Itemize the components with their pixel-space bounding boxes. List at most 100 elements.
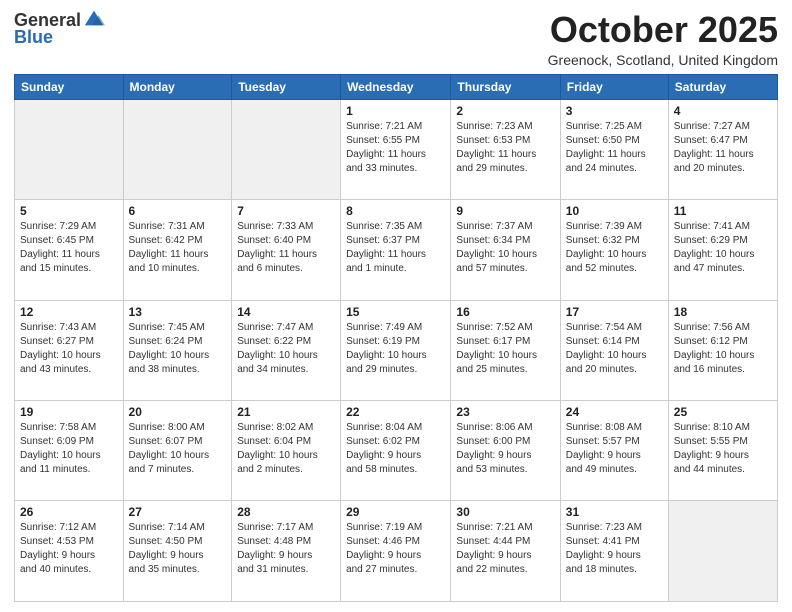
table-row: 26 Sunrise: 7:12 AM Sunset: 4:53 PM Dayli… — [15, 501, 124, 602]
day-number: 25 — [674, 405, 772, 419]
table-row: 24Sunrise: 8:08 AM Sunset: 5:57 PM Dayli… — [560, 401, 668, 501]
day-number: 28 — [237, 505, 335, 519]
day-number: 31 — [566, 505, 663, 519]
day-info: Sunrise: 7:12 AM Sunset: 4:53 PM Dayligh… — [20, 521, 118, 577]
table-row: 15 Sunrise: 7:49 AM Sunset: 6:19 PM Dayli… — [341, 300, 451, 400]
day-number: 19 — [20, 405, 118, 419]
day-info: Sunrise: 7:47 AM Sunset: 6:22 PM Dayligh… — [237, 321, 335, 377]
table-row: 30 Sunrise: 7:21 AM Sunset: 4:44 PM Dayli… — [451, 501, 560, 602]
table-row: 6 Sunrise: 7:31 AM Sunset: 6:42 PM Daylig… — [123, 200, 232, 300]
day-info: Sunrise: 7:17 AM Sunset: 4:48 PM Dayligh… — [237, 521, 335, 577]
day-info: Sunrise: 7:21 AM Sunset: 4:44 PM Dayligh… — [456, 521, 554, 577]
day-number: 8 — [346, 204, 445, 218]
table-row: 18 Sunrise: 7:56 AM Sunset: 6:12 PM Dayli… — [668, 300, 777, 400]
day-info: Sunrise: 8:00 AM Sunset: 6:07 PM Dayligh… — [129, 421, 227, 477]
table-row: 22 Sunrise: 8:04 AM Sunset: 6:02 PM Dayli… — [341, 401, 451, 501]
day-info: Sunrise: 7:27 AM Sunset: 6:47 PM Dayligh… — [674, 120, 772, 176]
day-number: 6 — [129, 204, 227, 218]
day-number: 10 — [566, 204, 663, 218]
day-number: 15 — [346, 305, 445, 319]
day-number: 3 — [566, 104, 663, 118]
table-row: 3 Sunrise: 7:25 AM Sunset: 6:50 PM Daylig… — [560, 99, 668, 199]
day-number: 20 — [129, 405, 227, 419]
table-row: 20 Sunrise: 8:00 AM Sunset: 6:07 PM Dayli… — [123, 401, 232, 501]
day-number: 4 — [674, 104, 772, 118]
day-info: Sunrise: 7:54 AM Sunset: 6:14 PM Dayligh… — [566, 321, 663, 377]
day-info: Sunrise: 7:56 AM Sunset: 6:12 PM Dayligh… — [674, 321, 772, 377]
table-row — [232, 99, 341, 199]
day-info: Sunrise: 8:08 AM Sunset: 5:57 PM Dayligh… — [566, 421, 663, 477]
table-row: 23 Sunrise: 8:06 AM Sunset: 6:00 PM Dayli… — [451, 401, 560, 501]
table-row: 17Sunrise: 7:54 AM Sunset: 6:14 PM Dayli… — [560, 300, 668, 400]
day-info: Sunrise: 7:49 AM Sunset: 6:19 PM Dayligh… — [346, 321, 445, 377]
table-row: 13 Sunrise: 7:45 AM Sunset: 6:24 PM Dayli… — [123, 300, 232, 400]
day-info: Sunrise: 7:41 AM Sunset: 6:29 PM Dayligh… — [674, 220, 772, 276]
day-info: Sunrise: 7:52 AM Sunset: 6:17 PM Dayligh… — [456, 321, 554, 377]
day-number: 22 — [346, 405, 445, 419]
day-number: 26 — [20, 505, 118, 519]
day-number: 14 — [237, 305, 335, 319]
day-number: 30 — [456, 505, 554, 519]
day-info: Sunrise: 8:06 AM Sunset: 6:00 PM Dayligh… — [456, 421, 554, 477]
day-info: Sunrise: 7:14 AM Sunset: 4:50 PM Dayligh… — [129, 521, 227, 577]
day-info: Sunrise: 8:04 AM Sunset: 6:02 PM Dayligh… — [346, 421, 445, 477]
table-row: 2 Sunrise: 7:23 AM Sunset: 6:53 PM Daylig… — [451, 99, 560, 199]
col-thursday: Thursday — [451, 74, 560, 99]
day-number: 13 — [129, 305, 227, 319]
month-title: October 2025 — [548, 10, 778, 50]
table-row — [15, 99, 124, 199]
day-number: 5 — [20, 204, 118, 218]
table-row: 19Sunrise: 7:58 AM Sunset: 6:09 PM Dayli… — [15, 401, 124, 501]
week-row-5: 26 Sunrise: 7:12 AM Sunset: 4:53 PM Dayli… — [15, 501, 778, 602]
day-number: 7 — [237, 204, 335, 218]
table-row — [668, 501, 777, 602]
col-sunday: Sunday — [15, 74, 124, 99]
col-tuesday: Tuesday — [232, 74, 341, 99]
week-row-2: 5 Sunrise: 7:29 AM Sunset: 6:45 PM Daylig… — [15, 200, 778, 300]
col-friday: Friday — [560, 74, 668, 99]
day-number: 21 — [237, 405, 335, 419]
day-info: Sunrise: 7:29 AM Sunset: 6:45 PM Dayligh… — [20, 220, 118, 276]
calendar: Sunday Monday Tuesday Wednesday Thursday… — [14, 74, 778, 602]
week-row-3: 12 Sunrise: 7:43 AM Sunset: 6:27 PM Dayli… — [15, 300, 778, 400]
logo-icon — [83, 7, 105, 29]
col-saturday: Saturday — [668, 74, 777, 99]
day-info: Sunrise: 7:25 AM Sunset: 6:50 PM Dayligh… — [566, 120, 663, 176]
day-info: Sunrise: 7:35 AM Sunset: 6:37 PM Dayligh… — [346, 220, 445, 276]
day-info: Sunrise: 7:33 AM Sunset: 6:40 PM Dayligh… — [237, 220, 335, 276]
table-row: 1 Sunrise: 7:21 AM Sunset: 6:55 PM Daylig… — [341, 99, 451, 199]
day-number: 2 — [456, 104, 554, 118]
day-number: 16 — [456, 305, 554, 319]
table-row: 27 Sunrise: 7:14 AM Sunset: 4:50 PM Dayli… — [123, 501, 232, 602]
day-info: Sunrise: 7:45 AM Sunset: 6:24 PM Dayligh… — [129, 321, 227, 377]
table-row: 25Sunrise: 8:10 AM Sunset: 5:55 PM Dayli… — [668, 401, 777, 501]
col-monday: Monday — [123, 74, 232, 99]
table-row: 31Sunrise: 7:23 AM Sunset: 4:41 PM Dayli… — [560, 501, 668, 602]
day-info: Sunrise: 7:23 AM Sunset: 6:53 PM Dayligh… — [456, 120, 554, 176]
table-row: 14 Sunrise: 7:47 AM Sunset: 6:22 PM Dayli… — [232, 300, 341, 400]
table-row: 8 Sunrise: 7:35 AM Sunset: 6:37 PM Daylig… — [341, 200, 451, 300]
day-info: Sunrise: 7:37 AM Sunset: 6:34 PM Dayligh… — [456, 220, 554, 276]
day-info: Sunrise: 7:21 AM Sunset: 6:55 PM Dayligh… — [346, 120, 445, 176]
day-number: 29 — [346, 505, 445, 519]
title-block: October 2025 Greenock, Scotland, United … — [548, 10, 778, 68]
logo: General Blue — [14, 10, 105, 48]
header-row: Sunday Monday Tuesday Wednesday Thursday… — [15, 74, 778, 99]
day-number: 27 — [129, 505, 227, 519]
day-number: 12 — [20, 305, 118, 319]
day-number: 11 — [674, 204, 772, 218]
table-row: 7 Sunrise: 7:33 AM Sunset: 6:40 PM Daylig… — [232, 200, 341, 300]
day-info: Sunrise: 7:19 AM Sunset: 4:46 PM Dayligh… — [346, 521, 445, 577]
table-row — [123, 99, 232, 199]
table-row: 5 Sunrise: 7:29 AM Sunset: 6:45 PM Daylig… — [15, 200, 124, 300]
day-info: Sunrise: 7:43 AM Sunset: 6:27 PM Dayligh… — [20, 321, 118, 377]
day-info: Sunrise: 7:31 AM Sunset: 6:42 PM Dayligh… — [129, 220, 227, 276]
day-number: 23 — [456, 405, 554, 419]
day-number: 18 — [674, 305, 772, 319]
table-row: 9Sunrise: 7:37 AM Sunset: 6:34 PM Daylig… — [451, 200, 560, 300]
day-number: 1 — [346, 104, 445, 118]
week-row-1: 1 Sunrise: 7:21 AM Sunset: 6:55 PM Daylig… — [15, 99, 778, 199]
location: Greenock, Scotland, United Kingdom — [548, 52, 778, 68]
table-row: 12 Sunrise: 7:43 AM Sunset: 6:27 PM Dayli… — [15, 300, 124, 400]
table-row: 10Sunrise: 7:39 AM Sunset: 6:32 PM Dayli… — [560, 200, 668, 300]
